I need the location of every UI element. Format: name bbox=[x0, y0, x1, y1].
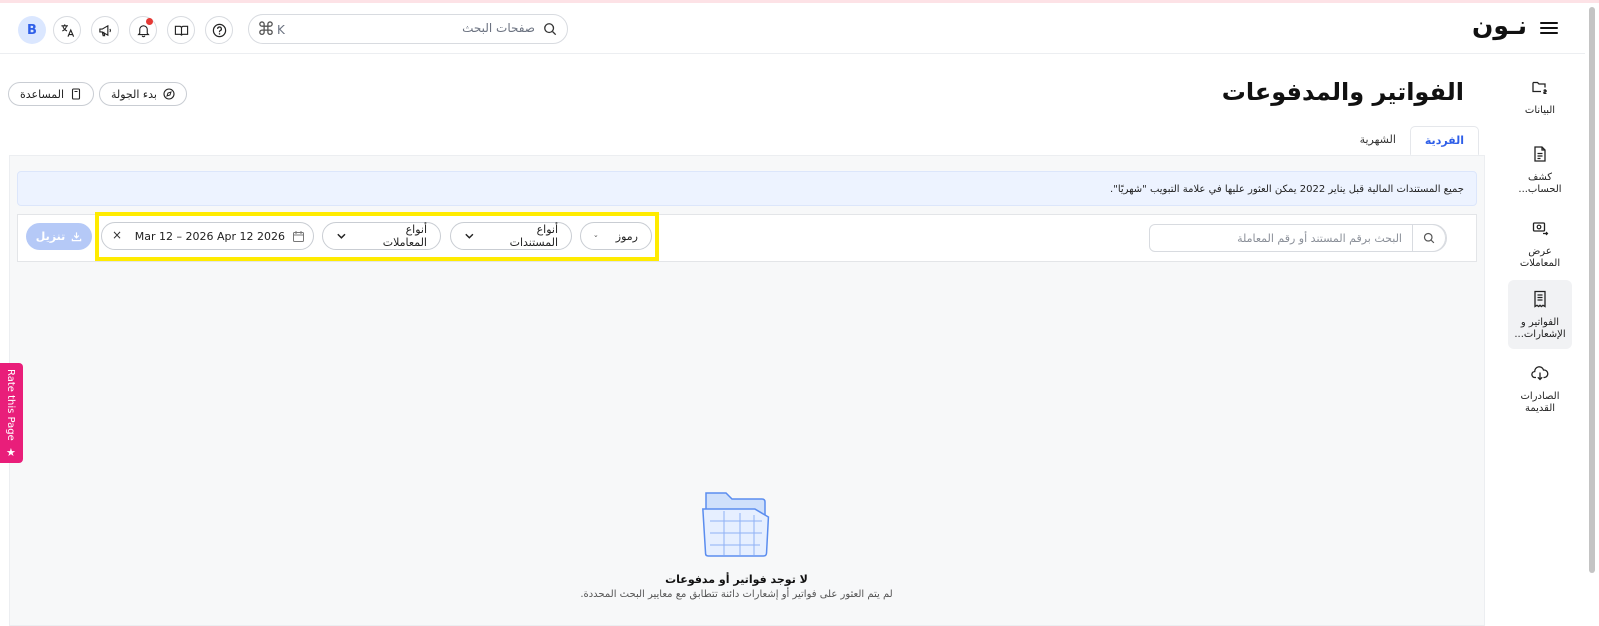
transactions-icon bbox=[1532, 222, 1549, 236]
download-icon bbox=[71, 232, 82, 242]
user-avatar[interactable]: B bbox=[18, 16, 46, 44]
empty-state-subtitle: لم يتم العثور على فواتير أو إشعارات دائن… bbox=[580, 589, 893, 600]
receipt-icon bbox=[1534, 290, 1546, 308]
cloud-download-icon bbox=[1531, 366, 1549, 381]
megaphone-icon[interactable] bbox=[91, 16, 119, 44]
folder-money-icon bbox=[1532, 81, 1547, 95]
help-icon[interactable] bbox=[205, 16, 233, 44]
info-banner: جميع المستندات المالية قبل يناير 2022 يم… bbox=[17, 171, 1477, 206]
sidebar-item-data[interactable]: البيانات bbox=[1508, 78, 1572, 128]
star-icon: ★ bbox=[6, 446, 16, 459]
tab-monthly[interactable]: الشهرية bbox=[1346, 126, 1410, 156]
search-placeholder: صفحات البحث bbox=[462, 21, 535, 35]
global-search[interactable]: صفحات البحث K ⌘ bbox=[248, 14, 568, 44]
sidebar-item-label: الفواتير و الإشعارات... bbox=[1514, 317, 1566, 340]
notification-bell-icon[interactable] bbox=[129, 16, 157, 44]
start-tour-button[interactable]: بدء الجولة bbox=[99, 82, 187, 106]
rate-this-page-button[interactable]: Rate this Page ★ bbox=[0, 363, 23, 463]
empty-state-title: لا توجد فواتير أو مدفوعات bbox=[665, 573, 808, 586]
top-bar: نـون صفحات البحث K ⌘ B bbox=[0, 3, 1585, 54]
invoice-tabs: الفردية الشهرية bbox=[1346, 126, 1479, 156]
document-search-input[interactable]: البحث برقم المستند أو رقم المعاملة bbox=[1149, 224, 1447, 252]
book-icon[interactable] bbox=[167, 16, 195, 44]
empty-folder-icon bbox=[702, 492, 770, 557]
command-key-icon: ⌘ bbox=[257, 19, 275, 40]
download-button[interactable]: تنزيل bbox=[26, 223, 92, 250]
highlight-box bbox=[95, 212, 659, 261]
sidebar-item-label: كشف الحساب... bbox=[1518, 172, 1562, 195]
page-scrollbar[interactable] bbox=[1587, 5, 1597, 577]
search-icon bbox=[1412, 224, 1446, 252]
sidebar-item-transactions[interactable]: عرض المعاملات bbox=[1508, 219, 1572, 271]
page-title: الفواتير والمدفوعات bbox=[1221, 78, 1464, 106]
sidebar-item-label: عرض المعاملات bbox=[1519, 246, 1561, 269]
translate-icon[interactable] bbox=[53, 16, 81, 44]
tab-individual[interactable]: الفردية bbox=[1409, 126, 1479, 156]
shortcut-hint: K ⌘ bbox=[257, 19, 285, 40]
sidebar-item-statement[interactable]: كشف الحساب... bbox=[1508, 145, 1572, 203]
rate-tab-label: Rate this Page bbox=[5, 369, 16, 441]
notification-dot bbox=[146, 18, 153, 25]
document-search-placeholder: البحث برقم المستند أو رقم المعاملة bbox=[1237, 232, 1402, 245]
right-sidebar: البيانات كشف الحساب... عرض المعاملات الف… bbox=[1499, 54, 1585, 626]
search-icon bbox=[544, 23, 557, 36]
sidebar-item-legacy-exports[interactable]: الصادرات القديمة bbox=[1508, 364, 1572, 420]
sidebar-item-label: الصادرات القديمة bbox=[1520, 391, 1560, 414]
guide-book-icon bbox=[71, 88, 81, 100]
hamburger-menu-icon[interactable] bbox=[1540, 19, 1558, 35]
page: نـون صفحات البحث K ⌘ B البيانات كشف الحس… bbox=[0, 0, 1599, 626]
sidebar-item-invoices[interactable]: الفواتير و الإشعارات... bbox=[1508, 280, 1572, 349]
noon-logo[interactable]: نـون bbox=[1472, 11, 1528, 40]
compass-icon bbox=[163, 88, 175, 100]
scrollbar-thumb[interactable] bbox=[1589, 7, 1595, 573]
document-icon bbox=[1534, 146, 1546, 162]
help-button[interactable]: المساعدة bbox=[8, 82, 95, 106]
sidebar-item-label: البيانات bbox=[1524, 105, 1556, 116]
